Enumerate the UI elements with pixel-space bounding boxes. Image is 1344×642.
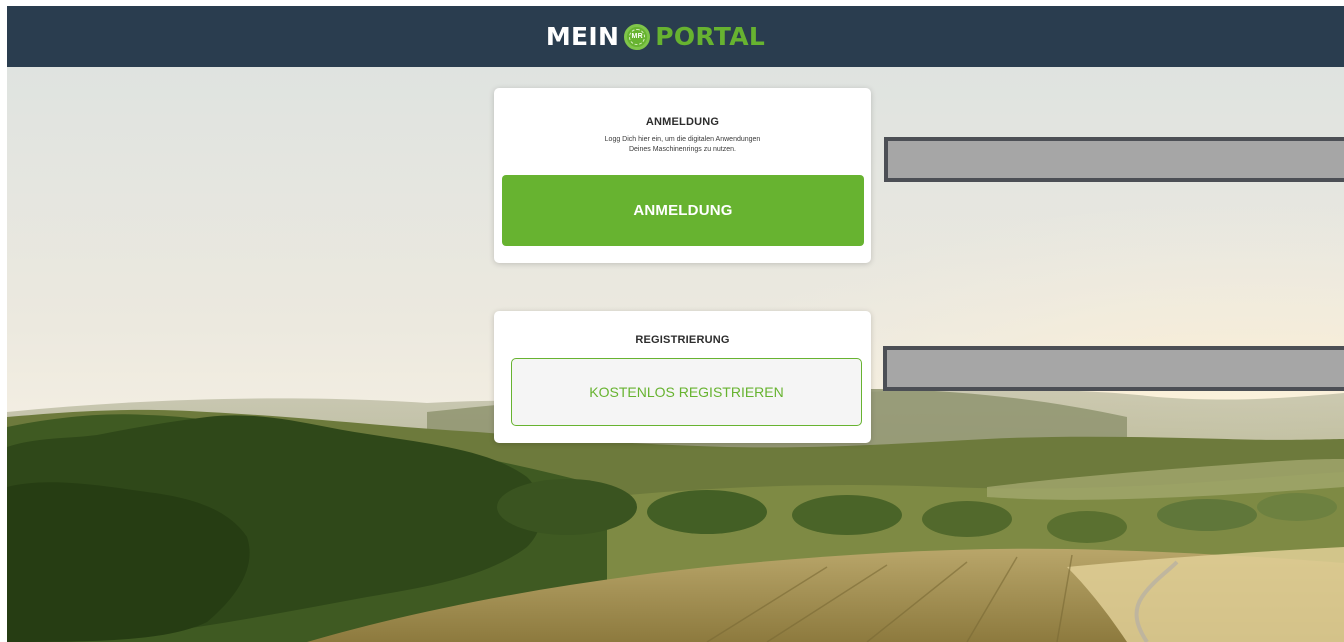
mr-badge-icon: MR (624, 23, 651, 50)
redacted-block-2 (883, 346, 1344, 391)
logo-text-mein: MEIN (545, 22, 620, 51)
login-description-line-2: Deines Maschinenrings zu nutzen. (628, 146, 736, 153)
page-left-edge (0, 0, 7, 642)
login-description-line-1: Logg Dich hier ein, um die digitalen Anw… (604, 136, 761, 143)
page-top-edge (0, 0, 1344, 6)
login-button[interactable]: ANMELDUNG (502, 175, 864, 246)
login-card-description: Logg Dich hier ein, um die digitalen Anw… (494, 135, 871, 155)
top-header-bar: MEIN MR PORTAL (7, 6, 1344, 67)
register-free-button[interactable]: KOSTENLOS REGISTRIEREN (511, 358, 862, 426)
registration-card: REGISTRIERUNG KOSTENLOS REGISTRIEREN (494, 311, 871, 443)
page: MEIN MR PORTAL ANMELDUNG Logg Dich hier … (0, 0, 1344, 642)
redacted-block-1 (884, 137, 1344, 182)
login-card-title: ANMELDUNG (645, 116, 720, 128)
login-card: ANMELDUNG Logg Dich hier ein, um die dig… (494, 88, 871, 263)
logo-text-portal: PORTAL (655, 22, 766, 51)
mein-portal-logo[interactable]: MEIN MR PORTAL (546, 22, 765, 51)
mr-badge-text: MR (631, 33, 643, 40)
registration-card-title: REGISTRIERUNG (635, 334, 730, 346)
